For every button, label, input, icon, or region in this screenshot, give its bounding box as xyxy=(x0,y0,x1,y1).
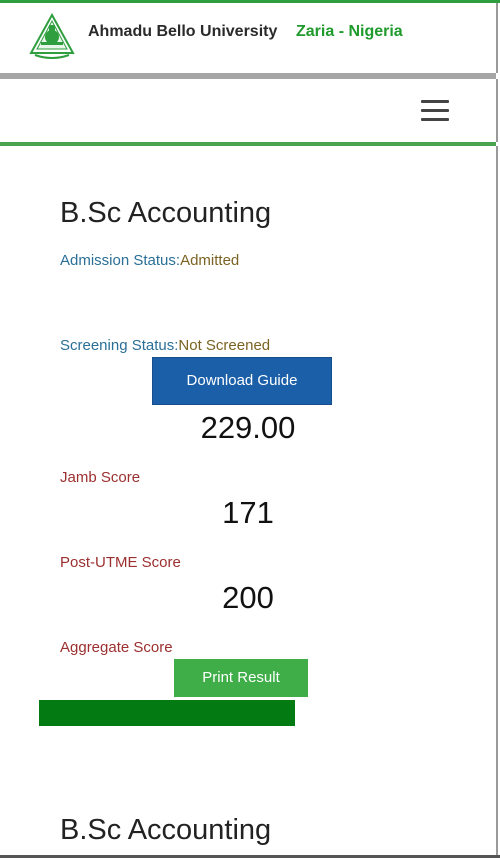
screening-status-label: Screening Status: xyxy=(60,337,179,354)
university-name: Ahmadu Bello University xyxy=(88,23,278,40)
navbar xyxy=(0,79,498,142)
programme-title-2: B.Sc Accounting xyxy=(60,814,272,846)
admission-status-value: Admitted xyxy=(180,252,240,269)
score-progress-bar xyxy=(39,700,295,726)
jamb-score-value: 229.00 xyxy=(200,410,296,445)
score-progress-fill xyxy=(39,700,295,726)
download-guide-button[interactable]: Download Guide xyxy=(152,357,332,405)
post-utme-score-value: 171 xyxy=(222,495,274,530)
hamburger-menu-icon[interactable] xyxy=(421,100,449,122)
programme-title: B.Sc Accounting xyxy=(60,197,272,229)
admission-status: Admission Status:Admitted xyxy=(60,252,239,269)
post-utme-score-label: Post-UTME Score xyxy=(60,554,181,571)
page: Ahmadu Bello University Zaria - Nigeria … xyxy=(0,0,500,858)
results-content: B.Sc Accounting Admission Status:Admitte… xyxy=(0,146,498,858)
aggregate-score-value: 200 xyxy=(222,580,274,615)
admission-status-label: Admission Status: xyxy=(60,252,181,269)
jamb-score-label: Jamb Score xyxy=(60,469,141,486)
university-location: Zaria - Nigeria xyxy=(296,23,403,40)
print-result-button[interactable]: Print Result xyxy=(174,659,308,697)
aggregate-score-label: Aggregate Score xyxy=(60,639,173,656)
screening-status: Screening Status:Not Screened xyxy=(60,337,270,354)
screening-status-value: Not Screened xyxy=(178,337,271,354)
site-header: Ahmadu Bello University Zaria - Nigeria xyxy=(0,3,498,73)
abu-crest-icon[interactable] xyxy=(29,13,75,59)
